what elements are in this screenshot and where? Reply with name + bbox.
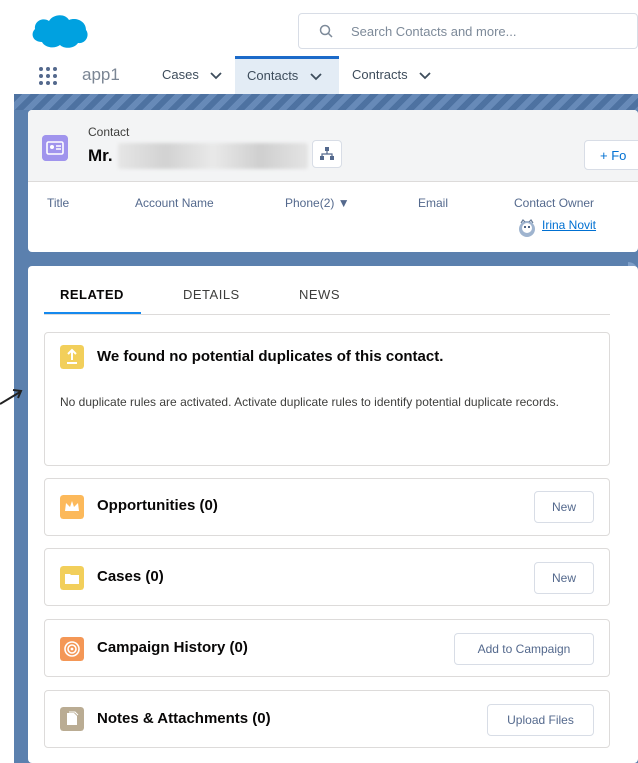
- document-icon: [60, 707, 84, 731]
- field-label-account-name: Account Name: [135, 196, 214, 210]
- nav-tab-label: Cases: [162, 67, 199, 82]
- search-icon: [319, 24, 333, 38]
- background-pattern: [14, 94, 638, 110]
- folder-icon: [60, 566, 84, 590]
- follow-button[interactable]: + Fo: [584, 140, 638, 170]
- global-search-input[interactable]: Search Contacts and more...: [298, 13, 638, 49]
- field-label-title: Title: [47, 196, 70, 210]
- duplicates-title: We found no potential duplicates of this…: [97, 348, 444, 365]
- notes-attachments-title[interactable]: Notes & Attachments (0): [97, 710, 271, 727]
- field-label-email: Email: [418, 196, 449, 210]
- tab-news[interactable]: NEWS: [299, 287, 340, 302]
- app-launcher-icon[interactable]: [38, 66, 58, 86]
- app-name: app1: [82, 65, 120, 84]
- crown-icon: [60, 495, 84, 519]
- tab-details[interactable]: DETAILS: [183, 287, 240, 302]
- chevron-down-icon[interactable]: [419, 71, 431, 80]
- contact-owner-link[interactable]: Irina Novit: [542, 218, 596, 232]
- cases-title[interactable]: Cases (0): [97, 568, 164, 585]
- field-label-phone[interactable]: Phone(2) ▼: [285, 196, 350, 210]
- nav-tab-contacts[interactable]: Contacts: [235, 56, 339, 94]
- chevron-down-icon[interactable]: [210, 71, 223, 80]
- duplicates-message: No duplicate rules are activated. Activa…: [60, 395, 559, 409]
- tab-related[interactable]: RELATED: [60, 287, 124, 302]
- salesforce-logo[interactable]: [30, 12, 90, 52]
- duplicate-icon: [60, 345, 84, 369]
- upload-files-button[interactable]: Upload Files: [487, 704, 594, 736]
- record-name: Mr.: [88, 146, 113, 165]
- chevron-down-icon[interactable]: [310, 72, 322, 81]
- nav-tab-label: Contacts: [247, 68, 299, 83]
- active-tab-indicator: [44, 312, 141, 314]
- owner-avatar-icon: [519, 219, 535, 237]
- target-icon: [60, 637, 84, 661]
- add-to-campaign-button[interactable]: Add to Campaign: [454, 633, 594, 665]
- field-label-contact-owner: Contact Owner: [514, 196, 595, 210]
- arrow-pointer-icon: [0, 389, 23, 405]
- opportunities-title[interactable]: Opportunities (0): [97, 497, 218, 514]
- contact-icon: [42, 135, 68, 161]
- opportunities-new-button[interactable]: New: [534, 491, 594, 523]
- nav-tab-label: Contracts: [352, 67, 408, 82]
- hierarchy-icon: [320, 147, 334, 160]
- tab-divider: [44, 314, 610, 315]
- nav-tab-cases[interactable]: Cases: [150, 56, 232, 94]
- search-placeholder: Search Contacts and more...: [351, 24, 517, 39]
- hierarchy-button[interactable]: [312, 140, 342, 168]
- redacted-name: [118, 143, 308, 169]
- campaign-history-title[interactable]: Campaign History (0): [97, 639, 248, 656]
- object-label: Contact: [88, 125, 130, 139]
- cases-new-button[interactable]: New: [534, 562, 594, 594]
- nav-tab-contracts[interactable]: Contracts: [340, 56, 440, 94]
